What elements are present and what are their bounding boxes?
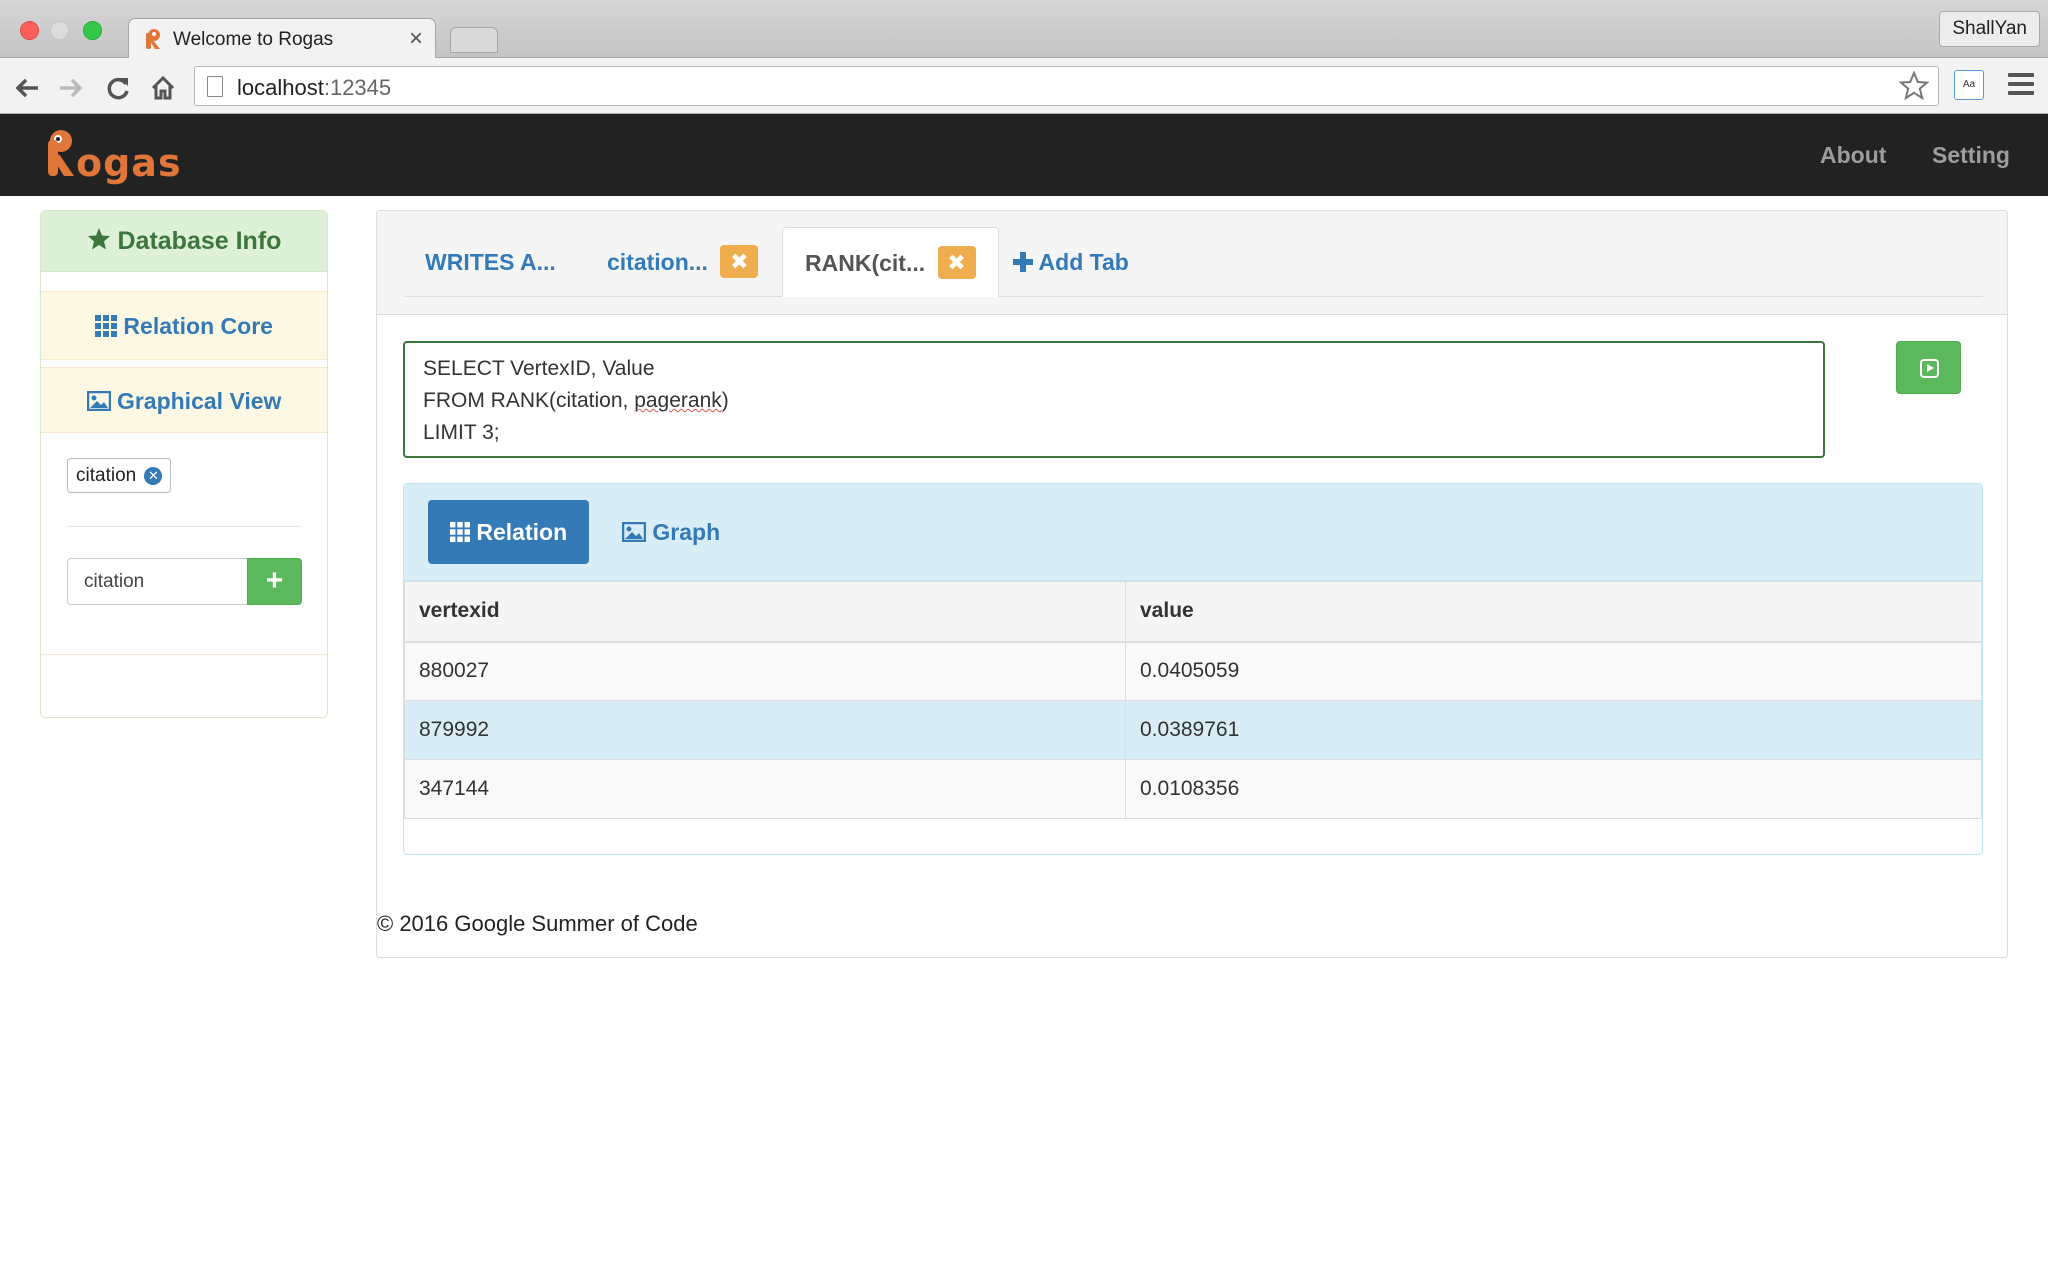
query-line: FROM RANK(citation, xyxy=(423,389,635,412)
picture-icon xyxy=(622,522,646,542)
table-header-row: vertexid value xyxy=(404,581,1982,643)
rogas-favicon-icon xyxy=(146,29,160,49)
sidebar-item-relation-core[interactable]: Relation Core xyxy=(41,291,327,360)
graph-tag-label: citation xyxy=(76,465,137,486)
database-info-header[interactable]: Database Info xyxy=(41,211,327,272)
home-icon[interactable] xyxy=(148,72,178,102)
url-text[interactable]: localhost:12345 xyxy=(237,75,391,101)
query-tab-label: WRITES A... xyxy=(425,249,556,275)
star-icon xyxy=(87,228,110,250)
column-header-value[interactable]: value xyxy=(1125,581,1982,643)
tab-close-icon[interactable]: × xyxy=(409,25,423,53)
nav-setting-link[interactable]: Setting xyxy=(1932,142,2010,169)
browser-tab[interactable]: Welcome to Rogas × xyxy=(128,18,436,59)
browser-toolbar: localhost:12345 Aa xyxy=(0,58,2048,114)
new-tab-button[interactable] xyxy=(450,27,498,53)
column-header-vertexid[interactable]: vertexid xyxy=(404,581,1126,643)
extension-icon[interactable]: Aa xyxy=(1954,70,1984,100)
graph-view-button[interactable]: Graph xyxy=(600,500,742,564)
relation-view-button[interactable]: Relation xyxy=(428,500,590,564)
browser-tab-title: Welcome to Rogas xyxy=(173,29,334,50)
database-info-title: Database Info xyxy=(117,227,282,255)
graph-tag-citation[interactable]: citation ✕ xyxy=(67,458,172,493)
run-query-button[interactable] xyxy=(1896,341,1961,394)
result-view-tabs: Relation Graph xyxy=(404,484,1982,581)
picture-icon xyxy=(86,391,111,411)
address-bar[interactable]: localhost:12345 xyxy=(194,66,1939,106)
add-graph-button[interactable]: + xyxy=(247,558,302,605)
table-row: 879992 0.0389761 xyxy=(404,700,1982,760)
play-icon xyxy=(1920,359,1939,378)
add-tab-label: Add Tab xyxy=(1038,249,1129,275)
close-tab-icon[interactable]: ✖ xyxy=(720,245,759,279)
graph-name-input[interactable]: citation xyxy=(67,558,247,605)
query-editor[interactable]: SELECT VertexID, Value FROM RANK(citatio… xyxy=(403,341,1825,458)
table-row: 880027 0.0405059 xyxy=(404,641,1982,701)
page-footer: © 2016 Google Summer of Code xyxy=(377,911,698,936)
query-line: LIMIT 3; xyxy=(423,421,500,444)
relation-view-label: Relation xyxy=(476,519,568,545)
profile-button[interactable]: ShallYan xyxy=(1939,11,2040,47)
graphical-view-body: citation ✕ citation + xyxy=(41,433,327,655)
reload-icon[interactable] xyxy=(103,72,133,102)
divider xyxy=(67,526,301,527)
sidebar-item-label: Graphical View xyxy=(116,388,282,414)
query-tab-label: citation... xyxy=(607,249,708,275)
result-table: vertexid value 880027 0.0405059 879992 0… xyxy=(404,581,1982,819)
add-tab-button[interactable]: Add Tab xyxy=(991,227,1151,297)
query-tab-citation[interactable]: citation... ✖ xyxy=(585,227,780,297)
app-navbar: ogas About Setting xyxy=(0,114,2048,196)
browser-menu-icon[interactable] xyxy=(2008,73,2034,97)
window-minimize-button[interactable] xyxy=(50,21,69,40)
table-cell: 0.0389761 xyxy=(1125,700,1982,760)
close-tab-icon[interactable]: ✖ xyxy=(937,246,976,280)
svg-text:ogas: ogas xyxy=(76,141,182,185)
table-cell: 0.0108356 xyxy=(1125,759,1982,819)
table-cell: 0.0405059 xyxy=(1125,641,1982,701)
query-spelling-flag: pagerank xyxy=(634,389,722,412)
result-panel: Relation Graph vertexid value 880027 0.0… xyxy=(403,483,1983,855)
query-tab-writes[interactable]: WRITES A... xyxy=(403,227,578,297)
url-host: localhost xyxy=(237,75,324,100)
query-tabs-bar: WRITES A... citation... ✖ RANK(cit... ✖ … xyxy=(377,211,2007,315)
back-icon[interactable] xyxy=(12,72,42,102)
grid-icon xyxy=(95,315,118,337)
table-cell: 879992 xyxy=(404,700,1126,760)
url-port: :12345 xyxy=(323,75,392,100)
query-tab-rank[interactable]: RANK(cit... ✖ xyxy=(782,227,999,297)
grid-icon xyxy=(450,522,470,542)
graph-view-label: Graph xyxy=(652,519,721,545)
forward-icon[interactable] xyxy=(56,72,86,102)
sidebar-item-graphical-view[interactable]: Graphical View xyxy=(41,367,327,433)
sidebar-item-label: Relation Core xyxy=(123,313,273,339)
table-cell: 880027 xyxy=(404,641,1126,701)
rogas-logo[interactable]: ogas xyxy=(44,126,184,186)
window-zoom-button[interactable] xyxy=(83,21,102,40)
database-info-panel: Database Info Relation Core Graphical Vi… xyxy=(40,210,328,718)
window-close-button[interactable] xyxy=(20,21,39,40)
query-tab-label: RANK(cit... xyxy=(805,250,926,276)
query-line: SELECT VertexID, Value xyxy=(423,357,655,380)
query-line: ) xyxy=(721,389,729,412)
remove-tag-icon[interactable]: ✕ xyxy=(144,467,163,485)
table-row: 347144 0.0108356 xyxy=(404,759,1982,819)
browser-titlebar: Welcome to Rogas × ShallYan xyxy=(0,0,2048,59)
table-cell: 347144 xyxy=(404,759,1126,819)
plus-icon xyxy=(1013,252,1033,272)
bookmark-star-icon[interactable] xyxy=(1898,70,1930,102)
nav-about-link[interactable]: About xyxy=(1820,142,1886,169)
query-panel: WRITES A... citation... ✖ RANK(cit... ✖ … xyxy=(376,210,2008,958)
page-icon xyxy=(207,76,223,97)
